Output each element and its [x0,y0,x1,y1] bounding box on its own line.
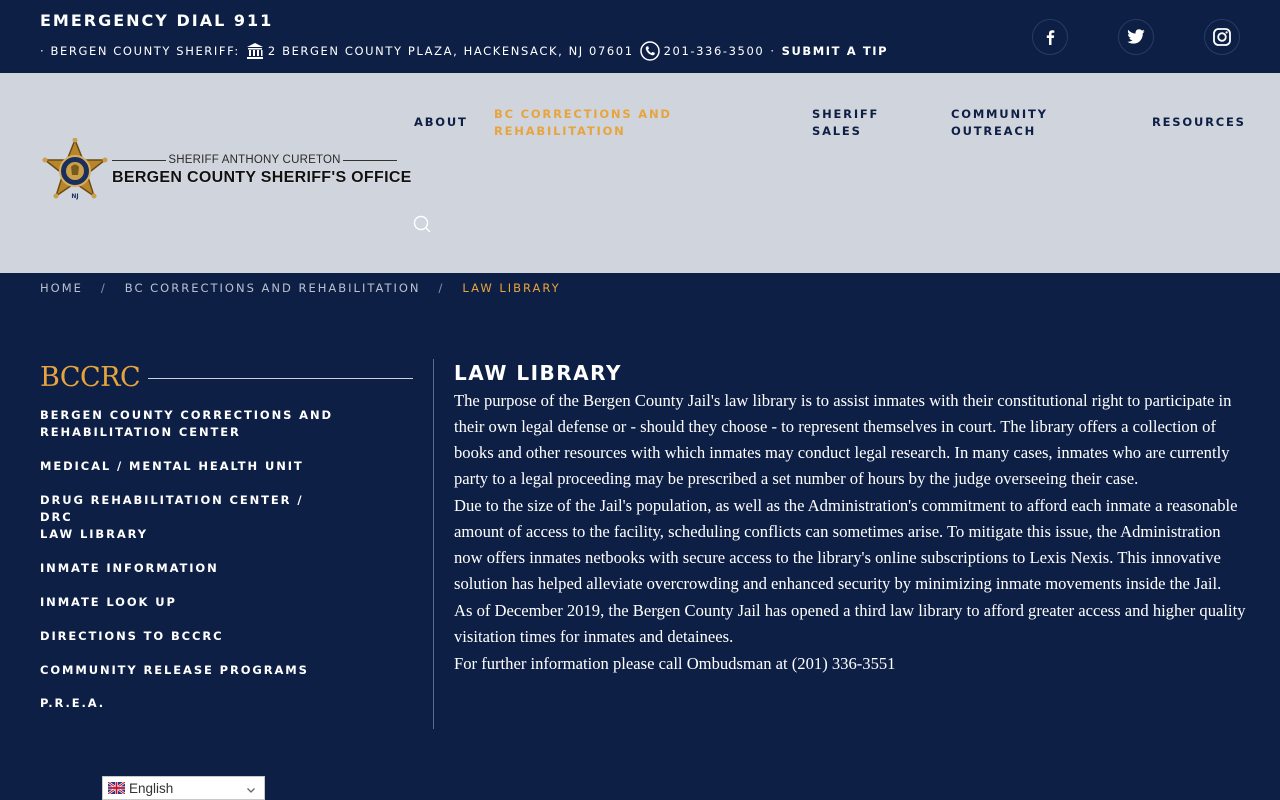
sheriff-badge-icon: NJ [40,137,112,208]
badge-text: NJ [71,193,78,200]
breadcrumb-current: LAW LIBRARY [462,281,561,295]
nav-community-outreach[interactable]: COMMUNITY OUTREACH [951,106,1048,140]
paragraph: As of December 2019, the Bergen County J… [454,601,1246,646]
sidebar-item-label: REHABILITATION CENTER [40,425,241,439]
sidebar-item-medical[interactable]: MEDICAL / MENTAL HEALTH UNIT [40,458,340,475]
nav-community-outreach-line1: COMMUNITY [951,107,1048,121]
emergency-notice: EMERGENCY DIAL 911 [40,11,274,30]
language-selector[interactable]: English [102,776,265,800]
building-icon [246,42,264,60]
contact-line: · BERGEN COUNTY SHERIFF: 2 BERGEN COUNTY… [40,41,889,61]
language-label: English [129,780,174,796]
top-bar: EMERGENCY DIAL 911 · BERGEN COUNTY SHERI… [0,0,1280,73]
twitter-icon[interactable] [1118,19,1154,55]
breadcrumb-section[interactable]: BC CORRECTIONS AND REHABILITATION [125,281,421,295]
sidebar-item-label: BERGEN COUNTY CORRECTIONS AND [40,408,333,422]
nav-bc-corrections-line1: BC CORRECTIONS AND [494,107,672,121]
breadcrumb: HOME / BC CORRECTIONS AND REHABILITATION / L… [40,281,561,295]
paragraph: The purpose of the Bergen County Jail's … [454,391,1232,488]
sidebar-item-bccrc[interactable]: BERGEN COUNTY CORRECTIONS AND REHABILITA… [40,407,340,441]
phone-icon [639,41,660,61]
paragraph: Due to the size of the Jail's population… [454,496,1238,593]
sidebar-item-community-release[interactable]: COMMUNITY RELEASE PROGRAMS [40,662,340,679]
sidebar-item-law-library[interactable]: LAW LIBRARY [40,526,340,543]
sidebar-item-drug-rehab[interactable]: DRUG REHABILITATION CENTER / DRC [40,492,340,526]
sheriff-label: · BERGEN COUNTY SHERIFF: [40,44,240,58]
breadcrumb-separator: / [100,281,107,295]
site-header: NJ SHERIFF ANTHONY CURETON BERGEN COUNTY… [0,73,1280,273]
logo-subtitle: SHERIFF ANTHONY CURETON [168,154,341,166]
chevron-down-icon [246,783,256,798]
article-body: The purpose of the Bergen County Jail's … [454,388,1246,678]
sidebar-title: BCCRC [40,362,141,393]
site-logo[interactable]: NJ SHERIFF ANTHONY CURETON BERGEN COUNTY… [40,137,411,210]
sidebar-item-prea[interactable]: P.R.E.A. [40,695,340,712]
paragraph: For further information please call Ombu… [454,654,896,673]
nav-sheriff-sales[interactable]: SHERIFF SALES [812,106,879,140]
uk-flag-icon [107,781,126,795]
logo-title: BERGEN COUNTY SHERIFF'S OFFICE [112,169,412,186]
nav-bc-corrections[interactable]: BC CORRECTIONS AND REHABILITATION [494,106,672,140]
nav-bc-corrections-line2: REHABILITATION [494,124,626,138]
sidebar-item-directions[interactable]: DIRECTIONS TO BCCRC [40,628,340,645]
logo-rule-left [112,159,167,161]
page-title: LAW LIBRARY [454,361,622,385]
nav-sheriff-sales-line1: SHERIFF [812,107,880,121]
nav-resources[interactable]: RESOURCES [1152,114,1246,131]
sidebar-item-inmate-information[interactable]: INMATE INFORMATION [40,560,340,577]
content-divider [433,359,434,729]
nav-sheriff-sales-line2: SALES [812,124,862,138]
breadcrumb-home[interactable]: HOME [40,281,83,295]
phone-link[interactable]: 201-336-3500 [664,44,765,58]
address-text: 2 BERGEN COUNTY PLAZA, HACKENSACK, NJ 07… [267,44,634,58]
sidebar-item-inmate-lookup[interactable]: INMATE LOOK UP [40,594,340,611]
instagram-icon[interactable] [1204,19,1240,55]
breadcrumb-separator: / [438,281,445,295]
logo-subtitle-row: SHERIFF ANTHONY CURETON [112,153,398,167]
nav-community-outreach-line2: OUTREACH [951,124,1037,138]
facebook-icon[interactable] [1032,19,1068,55]
sidebar-divider [148,378,413,379]
submit-tip-link[interactable]: SUBMIT A TIP [782,44,889,58]
nav-about[interactable]: ABOUT [414,114,468,131]
logo-rule-right [342,159,398,161]
search-icon[interactable] [412,214,432,234]
separator-dot: · [770,44,776,58]
